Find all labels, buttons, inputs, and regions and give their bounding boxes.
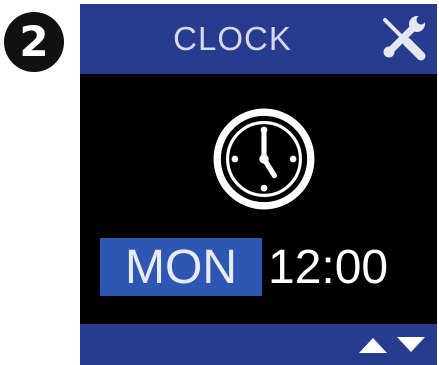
device-screen: CLOCK MON 12:00 xyxy=(80,4,437,365)
arrow-up-icon[interactable] xyxy=(359,338,387,353)
wrench-screwdriver-icon[interactable] xyxy=(379,14,427,62)
clock-icon xyxy=(213,108,315,210)
day-selector[interactable]: MON xyxy=(100,238,262,296)
day-value: MON xyxy=(125,240,237,294)
screen-header: CLOCK xyxy=(80,4,437,74)
arrow-down-icon[interactable] xyxy=(397,337,425,352)
screen-footer xyxy=(80,324,437,365)
step-number-badge: 2 xyxy=(4,12,64,72)
time-value[interactable]: 12:00 xyxy=(268,238,388,296)
